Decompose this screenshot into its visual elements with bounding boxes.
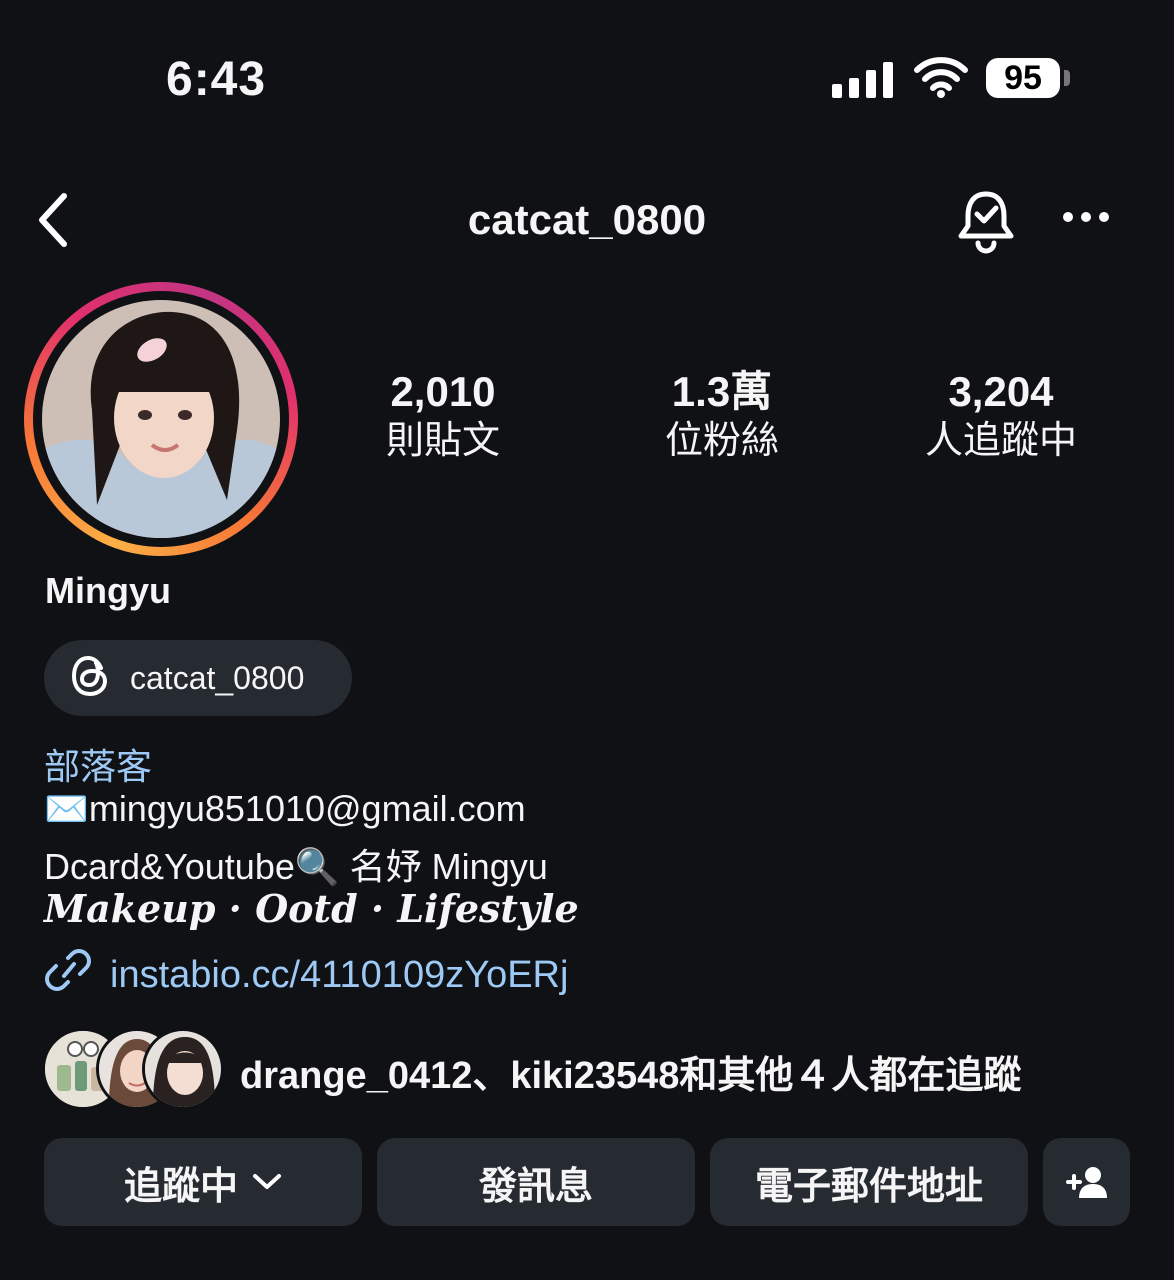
link-icon [44,948,92,1002]
stat-following[interactable]: 3,204 人追蹤中 [891,366,1111,464]
chevron-down-icon [252,1172,282,1192]
cellular-signal-icon [832,60,893,98]
email-button[interactable]: 電子郵件地址 [710,1138,1028,1226]
stat-posts[interactable]: 2,010 則貼文 [333,366,553,464]
threads-handle: catcat_0800 [130,659,305,696]
following-button-label: 追蹤中 [123,1165,238,1208]
stat-followers-label: 位粉絲 [664,420,779,462]
message-button[interactable]: 發訊息 [377,1138,695,1226]
stat-following-label: 人追蹤中 [924,420,1077,462]
threads-icon [70,654,110,703]
add-person-icon [1065,1164,1109,1200]
notification-bell-icon[interactable] [956,188,1016,259]
stat-posts-count: 2,010 [390,368,496,415]
battery-indicator: 95 [986,58,1060,98]
threads-badge[interactable]: catcat_0800 [44,640,352,716]
suggest-people-button[interactable] [1043,1138,1130,1226]
profile-avatar[interactable] [42,300,280,538]
stat-posts-label: 則貼文 [385,420,500,462]
profile-link-text[interactable]: instabio.cc/4110109zYoERj [110,954,568,997]
bio-line-email: ✉️mingyu851010@gmail.com [44,788,526,829]
wifi-icon [914,56,968,103]
following-dropdown-button[interactable]: 追蹤中 [44,1138,362,1226]
battery-tip [1064,70,1070,86]
mutual-follower-avatar[interactable] [142,1028,224,1110]
more-options-icon[interactable] [1062,210,1110,229]
profile-link[interactable]: instabio.cc/4110109zYoERj [44,948,568,1002]
mutual-followers-text[interactable]: drange_0412、kiki23548和其他４人都在追蹤 [240,1044,1021,1099]
status-time: 6:43 [166,53,267,106]
bio-line-channels: Dcard&Youtube🔍 名妤 Mingyu [44,846,548,887]
profile-category: 部落客 [44,746,153,787]
display-name: Mingyu [45,570,171,611]
stat-followers[interactable]: 1.3萬 位粉絲 [612,366,832,464]
stat-following-count: 3,204 [948,368,1054,415]
bio-line-topics: Makeup · Ootd · Lifestyle [44,886,579,931]
stat-followers-count: 1.3萬 [671,368,773,415]
